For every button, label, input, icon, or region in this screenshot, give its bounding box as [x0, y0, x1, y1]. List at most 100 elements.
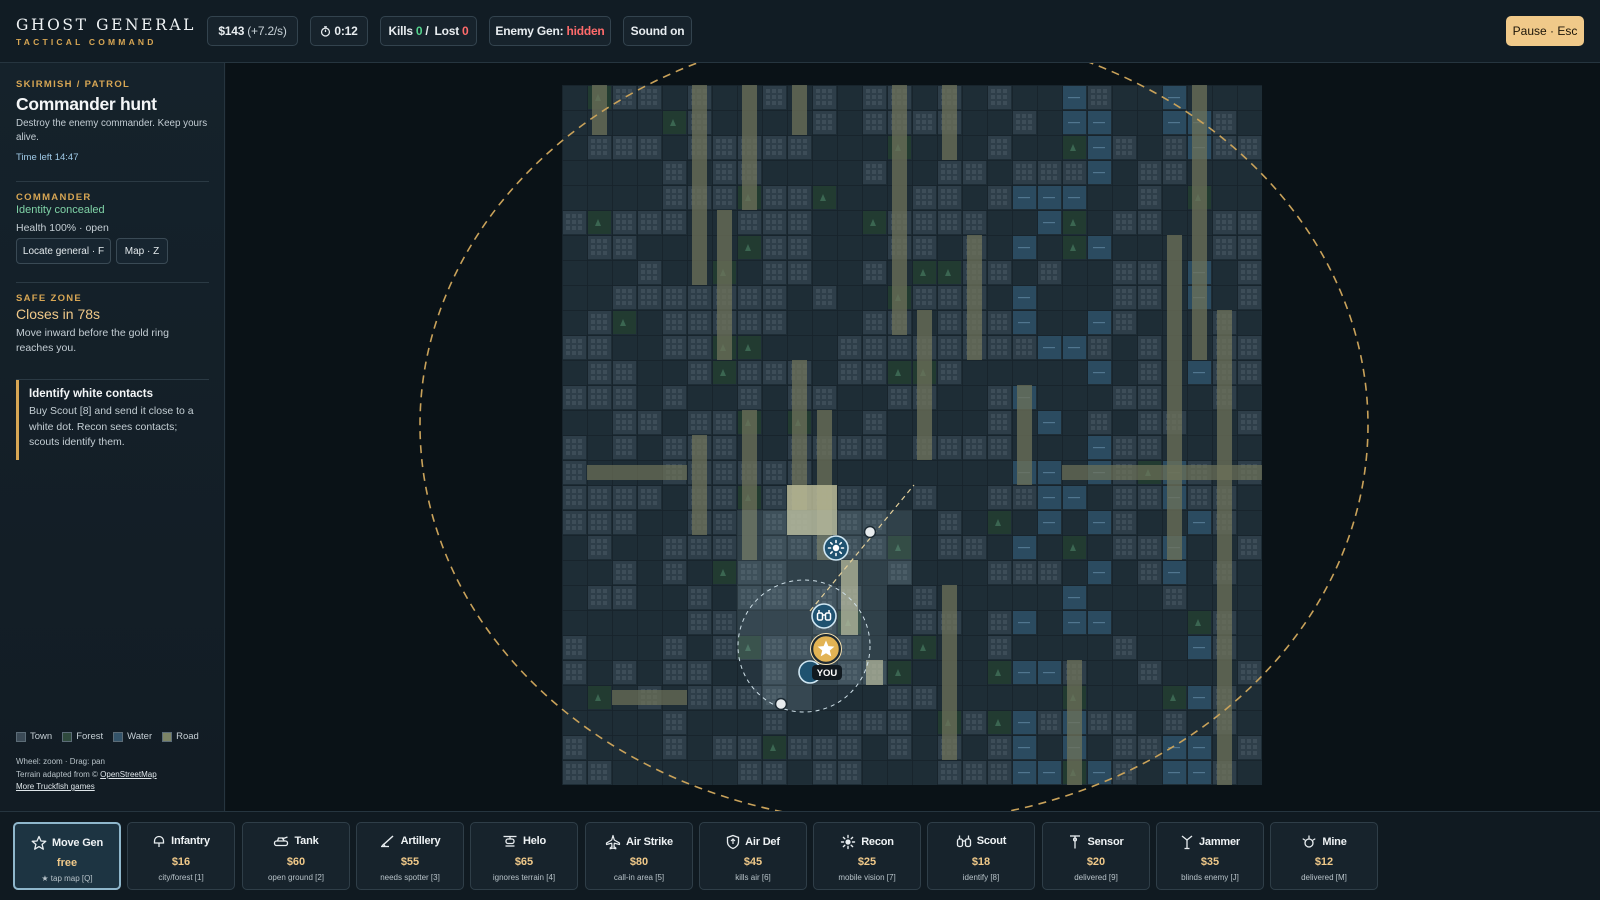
unit-card-helo[interactable]: Helo $65 ignores terrain [4]: [470, 822, 578, 890]
enemy-gen-status: Enemy Gen: hidden: [489, 16, 611, 46]
sun-icon: [827, 539, 845, 557]
mission-time-left: Time left 14:47: [16, 152, 79, 163]
scout-unit[interactable]: [811, 603, 837, 629]
stopwatch-icon: [320, 25, 331, 37]
kills-value: 0: [415, 24, 423, 38]
unit-card-header: Artillery: [357, 834, 463, 848]
unit-price: $18: [971, 856, 991, 868]
unit-description: kills air [6]: [735, 873, 771, 882]
unit-card-infantry[interactable]: Infantry $16 city/forest [1]: [127, 822, 235, 890]
unit-card-sensor[interactable]: Sensor $20 delivered [9]: [1042, 822, 1150, 890]
unknown-contact[interactable]: [774, 697, 788, 711]
credits: Wheel: zoom · Drag: pan Terrain adapted …: [16, 756, 157, 794]
unit-name: Air Strike: [626, 836, 673, 848]
brand-subtitle: TACTICAL COMMAND: [16, 37, 157, 47]
terrain-credit-prefix: Terrain adapted from ©: [16, 769, 98, 779]
recon-unit[interactable]: [823, 535, 849, 561]
unit-description: open ground [2]: [267, 873, 325, 882]
terrain-credit: Terrain adapted from © OpenStreetMap: [16, 769, 157, 782]
unit-name: Mine: [1322, 836, 1347, 848]
safe-zone-section: SAFE ZONE Closes in 78s Move inward befo…: [16, 293, 209, 356]
unit-price: $20: [1086, 856, 1106, 868]
commander-kicker: COMMANDER: [16, 192, 92, 203]
binoculars-icon: [956, 834, 972, 848]
unit-shop-bar: Move Gen free ★ tap map [Q] Infantry $16 city…: [0, 811, 1600, 900]
locate-general-button[interactable]: Locate general · F: [16, 238, 111, 264]
unit-name: Recon: [861, 836, 894, 848]
controls-hint: Wheel: zoom · Drag: pan: [16, 757, 105, 766]
unit-price: $60: [286, 856, 306, 868]
unit-description: delivered [M]: [1301, 873, 1347, 882]
unit-price: $12: [1314, 856, 1334, 868]
legend-label: Forest: [76, 731, 104, 742]
legend-label: Water: [127, 731, 153, 742]
divider: [16, 181, 209, 182]
map-view[interactable]: YOU: [226, 63, 1600, 811]
safe-zone-text: Move inward before the gold ring reaches…: [16, 327, 169, 354]
tank-icon: [273, 834, 289, 848]
unit-name: Move Gen: [52, 837, 103, 849]
unit-name: Air Def: [745, 836, 780, 848]
star-icon: [31, 835, 47, 851]
money-display: $143 (+7.2/s): [207, 16, 298, 46]
unit-name: Artillery: [400, 835, 441, 847]
terrain-legend: Town Forest Water Road: [16, 731, 199, 742]
terrain-grid: [562, 85, 1262, 785]
mission-title: Commander hunt: [16, 94, 157, 114]
unit-card-artillery[interactable]: Artillery $55 needs spotter [3]: [356, 822, 464, 890]
unit-card-recon[interactable]: Recon $25 mobile vision [7]: [813, 822, 921, 890]
unit-card-header: Jammer: [1157, 834, 1263, 850]
unit-card-tank[interactable]: Tank $60 open ground [2]: [242, 822, 350, 890]
unit-card-header: Move Gen: [15, 835, 119, 851]
mission-description: Destroy the enemy commander. Keep yours …: [16, 118, 208, 143]
legend-item-town: Town: [16, 731, 52, 742]
enemy-gen-label: Enemy Gen:: [495, 24, 564, 38]
unit-card-header: Sensor: [1043, 834, 1149, 850]
kills-lost-display: Kills 0 / Lost 0: [380, 16, 477, 46]
unit-price: $65: [514, 856, 534, 868]
jammer-icon: [1180, 834, 1194, 850]
unit-price: $35: [1200, 856, 1220, 868]
unit-card-header: Recon: [814, 834, 920, 850]
legend-item-water: Water: [113, 731, 152, 742]
kills-separator: /: [425, 24, 429, 38]
legend-swatch: [62, 731, 73, 742]
pause-button[interactable]: Pause · Esc: [1506, 16, 1584, 46]
unit-card-header: Scout: [928, 834, 1034, 848]
legend-swatch: [162, 731, 173, 742]
legend-label: Town: [30, 731, 53, 742]
unit-description: ignores terrain [4]: [492, 873, 556, 882]
jet-icon: [605, 834, 621, 850]
tip-callout: Identify white contacts Buy Scout [8] an…: [16, 380, 209, 460]
sun-icon: [840, 834, 856, 850]
unit-card-move-gen[interactable]: Move Gen free ★ tap map [Q]: [13, 822, 121, 890]
helmet-icon: [152, 834, 166, 848]
unit-card-air-def[interactable]: Air Def $45 kills air [6]: [699, 822, 807, 890]
unit-card-mine[interactable]: Mine $12 delivered [M]: [1270, 822, 1378, 890]
legend-swatch: [113, 731, 124, 742]
you-label: YOU: [812, 665, 842, 680]
unit-price: $80: [629, 856, 649, 868]
sound-toggle[interactable]: Sound on: [623, 16, 692, 46]
unit-card-scout[interactable]: Scout $18 identify [8]: [927, 822, 1035, 890]
unit-card-jammer[interactable]: Jammer $35 blinds enemy [J]: [1156, 822, 1264, 890]
unit-card-header: Mine: [1271, 834, 1377, 850]
your-general[interactable]: [810, 633, 842, 665]
unit-card-air-strike[interactable]: Air Strike $80 call-in area [5]: [585, 822, 693, 890]
divider: [16, 282, 209, 283]
map-button[interactable]: Map · Z: [116, 238, 168, 264]
unit-name: Jammer: [1199, 836, 1240, 848]
unknown-contact[interactable]: [863, 525, 877, 539]
legend-swatch: [16, 731, 26, 742]
money-value: $143: [218, 24, 245, 38]
unit-description: blinds enemy [J]: [1181, 873, 1239, 882]
openstreetmap-link[interactable]: OpenStreetMap: [100, 770, 156, 779]
timer-display: 0:12: [310, 16, 368, 46]
safe-zone-countdown: Closes in 78s: [16, 306, 101, 322]
kills-label: Kills: [388, 24, 414, 38]
unit-description: ★ tap map [Q]: [41, 874, 93, 883]
more-games-link[interactable]: More Truckfish games: [16, 781, 157, 794]
top-bar: GHOST GENERAL TACTICAL COMMAND $143 (+7.…: [0, 0, 1600, 63]
map-canvas[interactable]: YOU: [226, 63, 1600, 811]
brand-logo: GHOST GENERAL TACTICAL COMMAND: [16, 16, 196, 47]
